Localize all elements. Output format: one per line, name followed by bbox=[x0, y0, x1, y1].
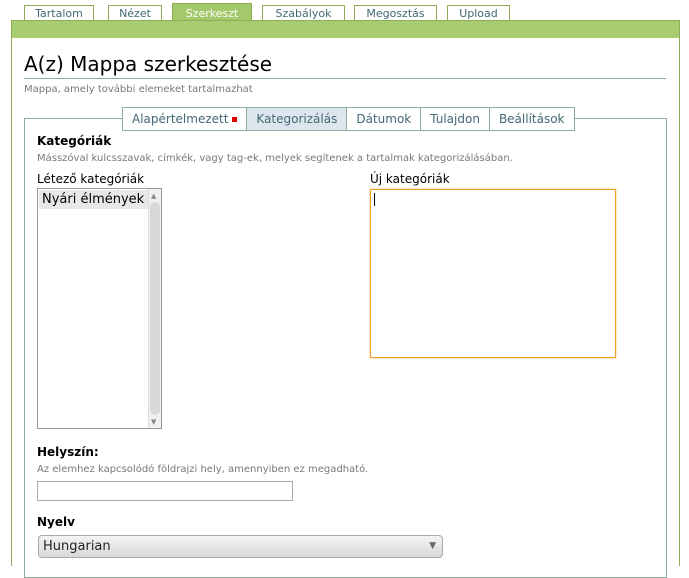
chevron-down-icon: ▼ bbox=[429, 541, 436, 551]
scroll-up-icon[interactable]: ▲ bbox=[151, 191, 156, 201]
content-views-tabs: Tartalom Nézet Szerkeszt Szabályok Megos… bbox=[0, 0, 689, 22]
categories-help: Másszóval kulcsszavak, címkék, vagy tag-… bbox=[37, 153, 513, 164]
categories-label: Kategóriák bbox=[37, 134, 112, 148]
edit-bar bbox=[11, 20, 680, 39]
tab-alapertelmezett[interactable]: Alapértelmezett bbox=[123, 108, 248, 130]
existing-categories-list[interactable]: Nyári élmények ▲ ▼ bbox=[37, 188, 162, 429]
tab-tartalom[interactable]: Tartalom bbox=[24, 5, 94, 21]
scroll-thumb[interactable] bbox=[150, 202, 160, 415]
location-label: Helyszín: bbox=[37, 445, 99, 459]
language-selected-value: Hungarian bbox=[43, 539, 111, 554]
page-description: Mappa, amely további elemeket tartalmazh… bbox=[24, 84, 253, 95]
scroll-down-icon[interactable]: ▼ bbox=[151, 417, 156, 427]
tab-szabalyok[interactable]: Szabályok bbox=[262, 5, 345, 21]
language-select[interactable]: Hungarian ▼ bbox=[38, 535, 443, 558]
language-label: Nyelv bbox=[37, 515, 75, 529]
location-help: Az elemhez kapcsolódó földrajzi hely, am… bbox=[37, 464, 369, 475]
tab-label: Alapértelmezett bbox=[132, 112, 229, 126]
tab-datumok[interactable]: Dátumok bbox=[347, 108, 422, 130]
tab-nezet[interactable]: Nézet bbox=[108, 5, 162, 21]
location-input[interactable] bbox=[37, 481, 293, 501]
tab-megosztas[interactable]: Megosztás bbox=[354, 5, 437, 21]
tab-kategorizalas[interactable]: Kategorizálás bbox=[247, 108, 348, 130]
new-categories-label: Új kategóriák bbox=[370, 172, 450, 186]
tab-upload[interactable]: Upload bbox=[447, 5, 510, 21]
existing-categories-label: Létező kategóriák bbox=[37, 172, 145, 186]
list-item[interactable]: Nyári élmények bbox=[39, 190, 149, 209]
new-categories-textarea[interactable] bbox=[370, 189, 616, 358]
page-title: A(z) Mappa szerkesztése bbox=[24, 52, 666, 79]
form-tabs: Alapértelmezett Kategorizálás Dátumok Tu… bbox=[122, 107, 575, 131]
tab-tulajdon[interactable]: Tulajdon bbox=[421, 108, 490, 130]
list-scrollbar[interactable]: ▲ ▼ bbox=[148, 189, 161, 428]
text-caret bbox=[374, 193, 375, 206]
required-marker-icon bbox=[232, 117, 238, 122]
tab-beallitasok[interactable]: Beállítások bbox=[490, 108, 574, 130]
